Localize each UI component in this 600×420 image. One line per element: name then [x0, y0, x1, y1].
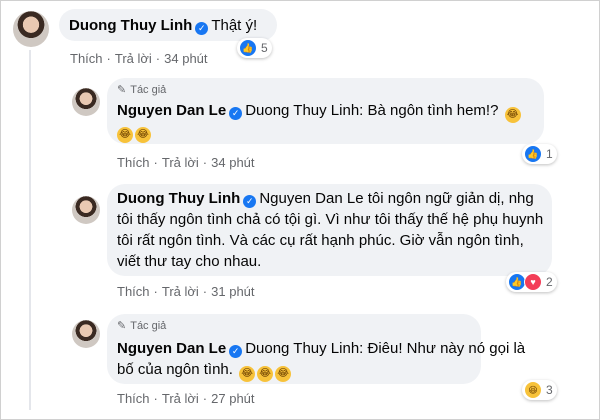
comment-text: Thật ý! [211, 17, 258, 34]
reaction-count[interactable]: 😆 3 [522, 380, 557, 400]
reaction-count[interactable]: 👍 1 [522, 144, 557, 164]
author-tag: Tác giả [130, 83, 167, 96]
comment-text-line: tôi thấy ngôn tình chả có tội gì. Vì như… [117, 211, 544, 228]
timestamp[interactable]: 34 phút [164, 51, 207, 66]
reply-link[interactable]: Trả lời [115, 51, 152, 66]
timestamp[interactable]: 31 phút [211, 284, 254, 299]
haha-reaction-icon: 😆 [524, 381, 542, 399]
reply-link[interactable]: Trả lời [162, 284, 199, 299]
comment-author[interactable]: Duong Thuy Linh [69, 17, 192, 34]
avatar[interactable] [13, 11, 49, 47]
laughing-emoji-icon: 😂 [239, 366, 256, 382]
reaction-count[interactable]: 👍 ♥ 2 [506, 272, 557, 292]
comment-text: Bà ngôn tình hem!? [367, 102, 499, 119]
laughing-emoji-icon: 😂 [135, 127, 151, 143]
comment-text-line: tôi ngôn ngữ giản dị, nhg [367, 190, 534, 207]
comment-author[interactable]: Duong Thuy Linh [117, 190, 240, 207]
reply-link[interactable]: Trả lời [162, 391, 199, 406]
verified-badge-icon: ✓ [243, 195, 257, 208]
comment-bubble: Duong Thuy Linh ✓ Nguyen Dan Le tôi ngôn n… [107, 184, 552, 276]
avatar[interactable] [72, 88, 100, 116]
comment-bubble: ✎ Tác giả Nguyen Dan Le ✓ Duong Thuy Linh:… [107, 78, 544, 144]
comment-actions: Thích · Trả lời · 34 phút [70, 51, 208, 66]
reaction-count[interactable]: 👍 5 [237, 38, 272, 58]
comment-text-line: tôi rất ngôn tình. Và các cụ rất hạnh ph… [117, 232, 524, 249]
author-tag: Tác giả [130, 319, 167, 332]
like-reaction-icon: 👍 [239, 39, 257, 57]
avatar[interactable] [72, 196, 100, 224]
verified-badge-icon: ✓ [229, 107, 243, 120]
thread-line [29, 50, 31, 410]
comment-author[interactable]: Nguyen Dan Le [117, 102, 226, 119]
verified-badge-icon: ✓ [195, 22, 209, 35]
mention[interactable]: Nguyen Dan Le [259, 190, 363, 207]
mention[interactable]: Duong Thuy Linh: [245, 102, 363, 119]
comment-text-line: bố của ngôn tình. [117, 361, 233, 378]
laughing-emoji-icon: 😂 [504, 107, 521, 123]
comment-bubble: ✎ Tác giả Nguyen Dan Le ✓ Duong Thuy Linh:… [107, 314, 525, 384]
pencil-icon: ✎ [117, 84, 127, 96]
love-reaction-icon: ♥ [524, 273, 542, 291]
comment-text-line: viết thư tay cho nhau. [117, 253, 262, 270]
avatar[interactable] [72, 320, 100, 348]
timestamp[interactable]: 27 phút [211, 391, 254, 406]
verified-badge-icon: ✓ [229, 345, 243, 358]
comment-text-line: Điêu! Như này nó gọi là [367, 340, 526, 357]
pencil-icon: ✎ [117, 320, 127, 332]
like-link[interactable]: Thích [117, 391, 150, 406]
timestamp[interactable]: 34 phút [211, 155, 254, 170]
comment-author[interactable]: Nguyen Dan Le [117, 340, 226, 357]
like-reaction-icon: 👍 [524, 145, 542, 163]
laughing-emoji-icon: 😂 [275, 366, 292, 382]
comment-actions: Thích · Trả lời · 34 phút [117, 155, 255, 170]
laughing-emoji-icon: 😂 [257, 366, 274, 382]
reply-link[interactable]: Trả lời [162, 155, 199, 170]
comment-actions: Thích · Trả lời · 31 phút [117, 284, 255, 299]
like-link[interactable]: Thích [117, 284, 150, 299]
comment-bubble: Duong Thuy Linh ✓ Thật ý! [59, 9, 277, 41]
mention[interactable]: Duong Thuy Linh: [245, 340, 363, 357]
like-link[interactable]: Thích [70, 51, 103, 66]
laughing-emoji-icon: 😂 [117, 127, 133, 143]
comment-actions: Thích · Trả lời · 27 phút [117, 391, 255, 406]
like-link[interactable]: Thích [117, 155, 150, 170]
